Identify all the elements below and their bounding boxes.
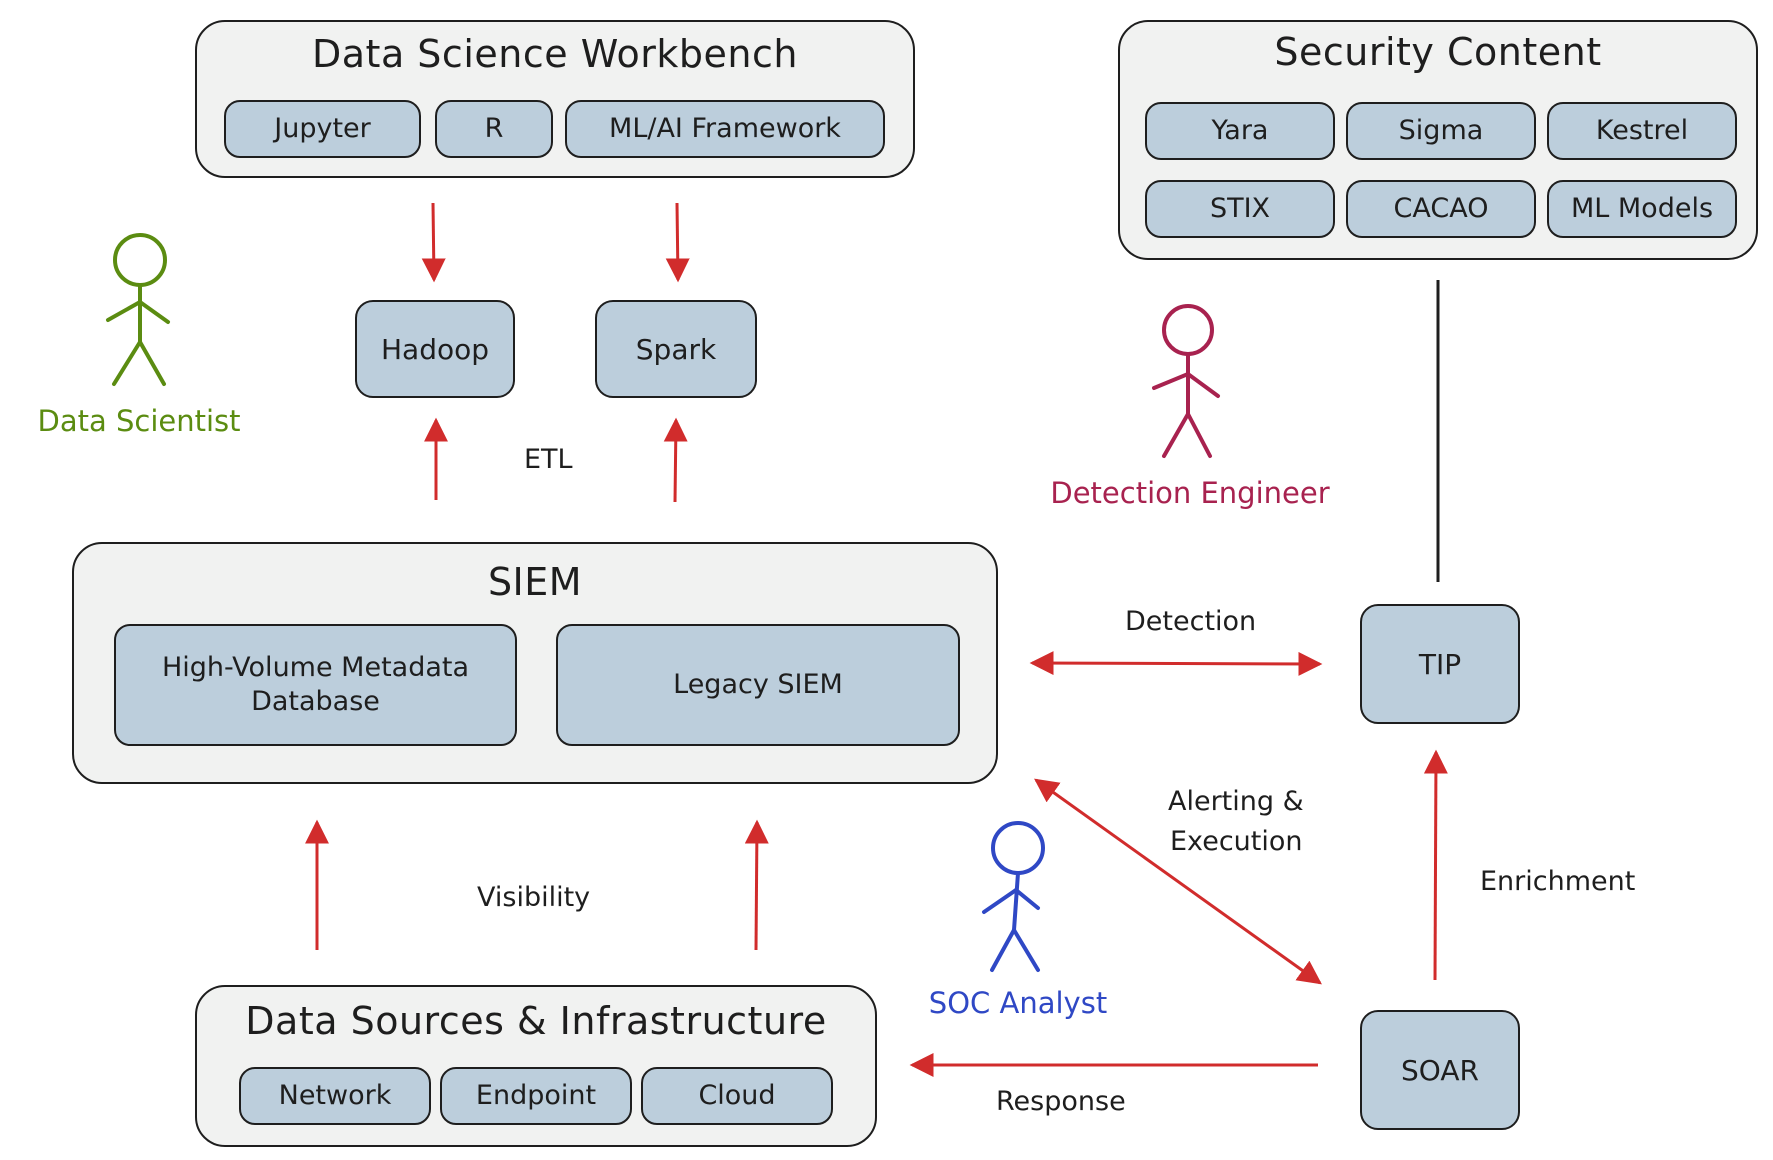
- security-content-title: Security Content: [1274, 30, 1602, 74]
- detection-engineer-figure-icon: [1152, 304, 1220, 458]
- security-content: Security Content Yara Sigma Kestrel STIX…: [1118, 20, 1758, 260]
- cloud-box: Cloud: [641, 1067, 833, 1125]
- ml-ai-framework-box: ML/AI Framework: [565, 100, 885, 158]
- architecture-diagram: Data Science Workbench Jupyter R ML/AI F…: [0, 0, 1773, 1160]
- sigma-box: Sigma: [1346, 102, 1536, 160]
- data-science-workbench: Data Science Workbench Jupyter R ML/AI F…: [195, 20, 915, 178]
- stix-box: STIX: [1145, 180, 1335, 238]
- soc-analyst-figure-icon: [982, 821, 1045, 972]
- visibility-label: Visibility: [477, 882, 591, 913]
- execution-label: Execution: [1170, 826, 1303, 857]
- arrow-siem-to-spark: [663, 417, 688, 503]
- jupyter-box: Jupyter: [224, 100, 421, 158]
- siem-title: SIEM: [487, 560, 583, 604]
- r-box: R: [435, 100, 553, 158]
- yara-box: Yara: [1145, 102, 1335, 160]
- hadoop-node: Hadoop: [355, 300, 515, 398]
- soar-node: SOAR: [1360, 1010, 1520, 1130]
- data-sources-title: Data Sources & Infrastructure: [245, 999, 827, 1043]
- legacy-siem-box: Legacy SIEM: [556, 624, 960, 746]
- spark-node: Spark: [595, 300, 757, 398]
- data-scientist-figure-icon: [106, 233, 170, 386]
- arrow-siem-tip-detection: [1029, 651, 1323, 676]
- network-box: Network: [239, 1067, 431, 1125]
- detection-label: Detection: [1125, 606, 1257, 637]
- tip-node: TIP: [1360, 604, 1520, 724]
- arrow-workbench-to-spark: [665, 202, 690, 283]
- alerting-label: Alerting &: [1168, 786, 1304, 817]
- workbench-title: Data Science Workbench: [312, 32, 798, 76]
- data-scientist-label: Data Scientist: [37, 404, 241, 438]
- arrow-soar-to-tip-enrichment: [1423, 749, 1448, 981]
- kestrel-box: Kestrel: [1547, 102, 1737, 160]
- etl-label: ETL: [524, 444, 573, 475]
- siem: SIEM High-Volume Metadata Database Legac…: [72, 542, 998, 784]
- data-sources-infrastructure: Data Sources & Infrastructure Network En…: [195, 985, 877, 1147]
- arrow-workbench-to-hadoop: [421, 202, 446, 283]
- enrichment-label: Enrichment: [1480, 866, 1636, 897]
- endpoint-box: Endpoint: [440, 1067, 632, 1125]
- arrow-sources-to-siem-right: [744, 819, 769, 951]
- response-label: Response: [996, 1086, 1126, 1117]
- soc-analyst-label: SOC Analyst: [928, 986, 1108, 1020]
- detection-engineer-label: Detection Engineer: [1050, 476, 1330, 510]
- cacao-box: CACAO: [1346, 180, 1536, 238]
- high-volume-metadata-database-box: High-Volume Metadata Database: [114, 624, 517, 746]
- ml-models-box: ML Models: [1547, 180, 1737, 238]
